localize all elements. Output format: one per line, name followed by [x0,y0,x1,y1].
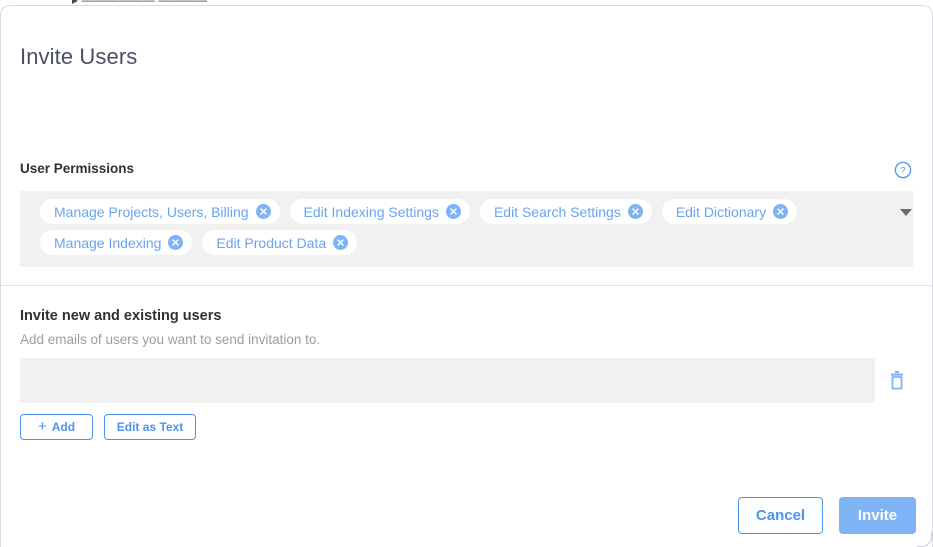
add-button[interactable]: + Add [20,414,93,440]
permission-chip-list: Manage Projects, Users, Billing Edit Ind… [40,199,871,255]
permission-chip[interactable]: Edit Indexing Settings [289,199,470,224]
user-permissions-field[interactable]: Manage Projects, Users, Billing Edit Ind… [20,191,913,267]
page-title: Invite Users [20,44,138,69]
help-circle-icon[interactable]: ? [894,161,912,179]
section-divider [1,285,932,286]
close-circle-icon[interactable] [168,235,184,250]
permission-chip[interactable]: Manage Projects, Users, Billing [40,199,280,224]
user-permissions-label: User Permissions [20,161,135,176]
invite-users-modal: Invite Users User Permissions ? Manage P… [0,5,933,547]
permission-chip-label: Manage Indexing [54,234,162,251]
plus-icon: + [37,417,47,435]
permission-chip-label: Edit Indexing Settings [303,203,439,220]
permission-chip[interactable]: Edit Product Data [202,230,358,255]
trash-icon[interactable] [887,369,907,391]
add-button-label: Add [51,420,76,434]
permission-chip-label: Edit Dictionary [675,203,767,220]
edit-as-text-button[interactable]: Edit as Text [104,414,196,440]
close-circle-icon[interactable] [255,204,271,219]
invite-button[interactable]: Invite [839,497,916,534]
permission-chip[interactable]: Manage Indexing [40,230,193,255]
close-circle-icon[interactable] [445,204,461,219]
edit-as-text-button-label: Edit as Text [116,420,184,434]
permission-chip-label: Edit Product Data [216,234,327,251]
permission-chip[interactable]: Edit Dictionary [661,199,798,224]
close-circle-icon[interactable] [627,204,643,219]
invite-section-subtitle: Add emails of users you want to send inv… [20,332,321,347]
modal-corner [917,532,932,547]
permission-chip[interactable]: Edit Search Settings [479,199,652,224]
chevron-down-icon[interactable] [900,209,912,216]
invite-section-heading: Invite new and existing users [20,308,222,324]
permission-chip-label: Edit Search Settings [493,203,621,220]
permission-chip-label: Manage Projects, Users, Billing [54,203,249,220]
close-circle-icon[interactable] [333,235,349,250]
close-circle-icon[interactable] [773,204,789,219]
svg-text:?: ? [900,166,905,177]
cancel-button[interactable]: Cancel [738,497,823,534]
email-input[interactable] [20,358,875,403]
